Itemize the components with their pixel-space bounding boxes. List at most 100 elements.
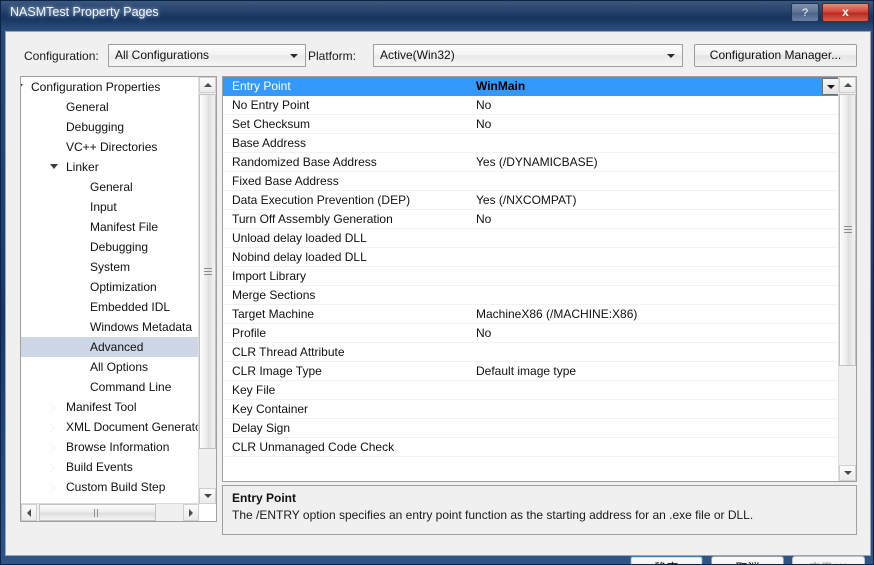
tree-node-label: Configuration Properties [31, 80, 161, 94]
ok-button[interactable]: 确定 [630, 556, 703, 564]
property-row[interactable]: Key File [223, 381, 839, 400]
property-row-list: Entry Point WinMain No Entry Point No Set Ch… [223, 77, 839, 481]
property-name: Unload delay loaded DLL [232, 231, 367, 245]
tree-node[interactable]: General [21, 97, 201, 117]
property-value[interactable]: WinMain [476, 79, 525, 93]
property-value: No [476, 117, 492, 131]
property-row[interactable]: Profile No [223, 324, 839, 343]
property-name: Fixed Base Address [232, 174, 339, 188]
property-name: CLR Unmanaged Code Check [232, 440, 395, 454]
window-title: NASMTest Property Pages [10, 5, 159, 19]
scroll-down-button[interactable] [199, 488, 216, 504]
cancel-button[interactable]: 取消 [711, 556, 784, 564]
property-name: Entry Point [232, 79, 291, 93]
tree-node[interactable]: Configuration Properties [21, 77, 201, 97]
property-name: Randomized Base Address [232, 155, 377, 169]
property-row[interactable]: Fixed Base Address [223, 172, 839, 191]
tree-node[interactable]: Windows Metadata [21, 317, 201, 337]
scroll-up-button[interactable] [839, 77, 856, 93]
tree-horizontal-scrollbar[interactable] [21, 503, 199, 521]
configuration-combobox[interactable]: All Configurations [108, 44, 306, 67]
tree-node[interactable]: Embedded IDL [21, 297, 201, 317]
help-button[interactable]: ? [791, 3, 819, 22]
tree-node[interactable]: Custom Build Step [21, 477, 201, 497]
property-row[interactable]: Merge Sections [223, 286, 839, 305]
tree-node[interactable]: Optimization [21, 277, 201, 297]
property-row[interactable]: CLR Image Type Default image type [223, 362, 839, 381]
description-pane: Entry Point The /ENTRY option specifies … [222, 485, 857, 535]
tree-node-label: Embedded IDL [90, 300, 171, 314]
property-name: No Entry Point [232, 98, 310, 112]
expander-open-icon[interactable] [50, 164, 58, 169]
expander-closed-icon[interactable] [50, 484, 55, 492]
configuration-tree[interactable]: Configuration Properties General Debugging… [20, 76, 217, 522]
triangle-down-icon [203, 494, 212, 498]
tree-node[interactable]: Browse Information [21, 437, 201, 457]
tree-node[interactable]: Debugging [21, 117, 201, 137]
property-row[interactable]: CLR Thread Attribute [223, 343, 839, 362]
tree-node[interactable]: XML Document Generator [21, 417, 201, 437]
expander-closed-icon[interactable] [50, 464, 55, 472]
platform-combobox[interactable]: Active(Win32) [373, 44, 683, 67]
property-grid[interactable]: Entry Point WinMain No Entry Point No Set Ch… [222, 76, 857, 482]
tree-node[interactable]: General [21, 177, 201, 197]
property-row[interactable]: Key Container [223, 400, 839, 419]
tree-node-label: XML Document Generator [66, 420, 201, 434]
property-row[interactable]: Base Address [223, 134, 839, 153]
tree-node[interactable]: All Options [21, 357, 201, 377]
value-dropdown-button[interactable] [822, 78, 839, 95]
scroll-left-button[interactable] [21, 504, 37, 521]
chevron-down-icon [667, 54, 675, 58]
property-value: No [476, 212, 492, 226]
tree-node-label: Manifest File [90, 220, 159, 234]
tree-node[interactable]: Build Events [21, 457, 201, 477]
close-button[interactable]: x [822, 3, 869, 22]
property-row[interactable]: Data Execution Prevention (DEP) Yes (/NXC… [223, 191, 839, 210]
tree-hscroll-thumb[interactable] [39, 504, 156, 521]
tree-node[interactable]: System [21, 257, 201, 277]
property-row[interactable]: Import Library [223, 267, 839, 286]
tree-node[interactable]: Manifest File [21, 217, 201, 237]
grid-scroll-thumb[interactable] [839, 94, 856, 366]
tree-scroll-thumb[interactable] [199, 94, 216, 449]
scroll-down-button[interactable] [839, 465, 856, 481]
property-name: Key File [232, 383, 276, 397]
apply-button[interactable]: 应用(A) [792, 556, 865, 564]
chevron-down-icon [290, 54, 298, 58]
configuration-manager-button[interactable]: Configuration Manager... [694, 44, 857, 67]
tree-node[interactable]: Debugging [21, 237, 201, 257]
tree-node[interactable]: VC++ Directories [21, 137, 201, 157]
expander-closed-icon[interactable] [50, 424, 55, 432]
property-row[interactable]: Set Checksum No [223, 115, 839, 134]
property-name: Nobind delay loaded DLL [232, 250, 367, 264]
tree-node[interactable]: Manifest Tool [21, 397, 201, 417]
property-row[interactable]: No Entry Point No [223, 96, 839, 115]
tree-node-label: Manifest Tool [66, 400, 137, 414]
tree-vertical-scrollbar[interactable] [198, 77, 216, 504]
tree-node-label: Windows Metadata [90, 320, 193, 334]
tree-node[interactable]: Command Line [21, 377, 201, 397]
description-title: Entry Point [232, 491, 297, 505]
expander-open-icon[interactable] [21, 84, 23, 89]
property-row[interactable]: Entry Point WinMain [223, 77, 839, 96]
property-row[interactable]: CLR Unmanaged Code Check [223, 438, 839, 457]
property-name: CLR Thread Attribute [232, 345, 345, 359]
description-text: The /ENTRY option specifies an entry poi… [232, 508, 754, 522]
expander-closed-icon[interactable] [50, 404, 55, 412]
grid-vertical-scrollbar[interactable] [838, 77, 856, 481]
tree-node-label: Input [90, 200, 117, 214]
tree-node[interactable]: Input [21, 197, 201, 217]
property-row[interactable]: Nobind delay loaded DLL [223, 248, 839, 267]
tree-node[interactable]: Linker [21, 157, 201, 177]
property-row[interactable]: Target Machine MachineX86 (/MACHINE:X86) [223, 305, 839, 324]
expander-closed-icon[interactable] [50, 444, 55, 452]
tree-node[interactable]: Advanced [21, 337, 201, 357]
property-row[interactable]: Unload delay loaded DLL [223, 229, 839, 248]
property-value: MachineX86 (/MACHINE:X86) [476, 307, 638, 321]
property-row[interactable]: Randomized Base Address Yes (/DYNAMICBASE… [223, 153, 839, 172]
property-row[interactable]: Turn Off Assembly Generation No [223, 210, 839, 229]
tree-node-label: Debugging [66, 120, 125, 134]
scroll-up-button[interactable] [199, 77, 216, 93]
scroll-right-button[interactable] [183, 504, 199, 521]
property-row[interactable]: Delay Sign [223, 419, 839, 438]
